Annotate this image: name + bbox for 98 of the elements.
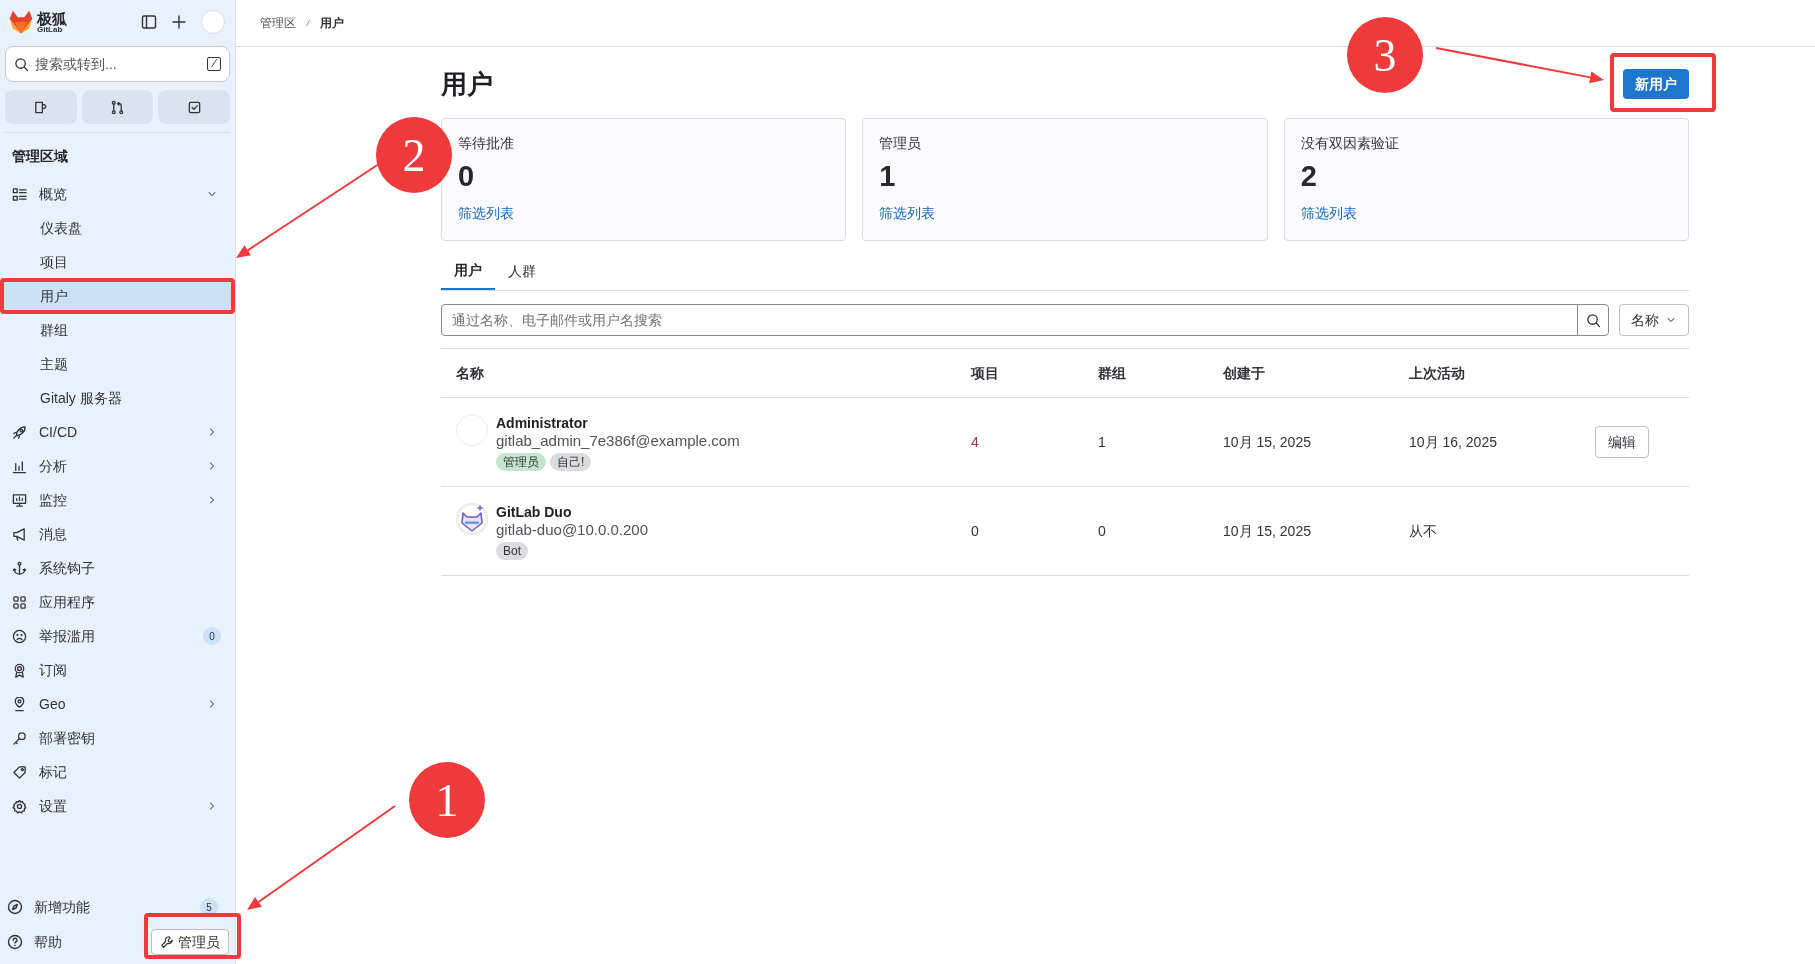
user-tag: 自己! (550, 452, 592, 471)
column-header: 上次活动 (1409, 363, 1466, 383)
sidebar-item[interactable]: 消息 (3, 517, 232, 551)
compass-icon (7, 899, 23, 915)
filter-link[interactable]: 筛选列表 (879, 203, 936, 224)
table-cell-text: 1 (1098, 432, 1107, 452)
search-icon (14, 56, 29, 72)
list-icon (12, 186, 27, 202)
column-header: 创建于 (1223, 363, 1266, 383)
table-cell-text: 10月 16, 2025 (1409, 432, 1498, 452)
section-heading: 管理区域 (11, 147, 69, 166)
page-title: 用户 (441, 67, 493, 101)
stat-value: 2 (1300, 159, 1318, 194)
stat-value: 0 (458, 159, 476, 194)
settings-icon (12, 798, 27, 814)
stat-label: 管理员 (879, 134, 923, 153)
sidebar-item[interactable]: 分析 (3, 449, 232, 483)
sidebar-item[interactable]: 设置 (3, 789, 232, 823)
sidebar-item[interactable]: Gitaly 服务器 (3, 381, 232, 415)
location-pin-icon (12, 696, 27, 712)
sad-face-icon (12, 628, 27, 644)
merge-requests-button[interactable] (81, 90, 154, 124)
bar-chart-icon (12, 458, 27, 474)
search-input[interactable]: 搜索或转到... (35, 53, 201, 75)
grid-icon (12, 594, 27, 610)
step-number: 2 (376, 117, 452, 193)
tag-icon (12, 764, 27, 780)
anchor-icon (12, 560, 27, 576)
step-number: 1 (409, 762, 485, 838)
sidebar-item[interactable]: 主题 (3, 347, 232, 381)
sidebar-item[interactable]: 订阅 (3, 653, 232, 687)
user-email: gitlab_admin_7e386f@example.com (496, 431, 740, 450)
tab[interactable]: 用户 (441, 253, 495, 290)
fox-logo-icon (8, 9, 34, 35)
issues-button[interactable] (5, 90, 77, 124)
plus-icon (171, 14, 187, 30)
stat-label: 没有双因素验证 (1300, 134, 1400, 153)
rocket-icon (12, 424, 27, 440)
ribbon-icon (12, 662, 27, 678)
sidebar-item[interactable]: 标记 (3, 755, 232, 789)
user-tag: Bot (496, 541, 528, 560)
sidebar-item[interactable]: 群组 (3, 313, 232, 347)
tab[interactable]: 人群 (495, 253, 549, 290)
table-cell-text: 4 (971, 432, 980, 452)
sidebar-item[interactable]: 举报滥用 0 (3, 619, 232, 653)
help-link[interactable]: 帮助 (0, 931, 69, 953)
wrench-icon (160, 935, 174, 949)
column-header: 项目 (971, 363, 1000, 383)
sidebar-item[interactable]: 仪表盘 (3, 211, 232, 245)
filter-link[interactable]: 筛选列表 (1300, 203, 1357, 224)
whats-new-link[interactable]: 新增功能 5 (0, 890, 235, 924)
sidebar-toggle-button[interactable] (141, 14, 157, 30)
todo-button[interactable] (158, 90, 230, 124)
sidebar-item[interactable]: 部署密钥 (3, 721, 232, 755)
user-tag: 管理员 (496, 452, 546, 471)
sidebar-item[interactable]: 应用程序 (3, 585, 232, 619)
stat-value: 1 (879, 159, 897, 194)
robot-avatar-icon (456, 502, 488, 535)
breadcrumb-separator-icon (304, 17, 312, 29)
sort-dropdown[interactable]: 名称 (1619, 304, 1689, 336)
help-icon (7, 934, 23, 950)
checkbox-icon (186, 99, 202, 115)
search-icon (1585, 312, 1601, 328)
table-cell-text: 0 (1098, 521, 1107, 541)
breadcrumb-link[interactable]: 管理区 (260, 14, 296, 32)
admin-button[interactable]: 管理员 (151, 929, 229, 955)
sidebar-item[interactable]: CI/CD (3, 415, 232, 449)
step-number: 3 (1347, 17, 1423, 93)
table-cell-text: 10月 15, 2025 (1223, 521, 1312, 541)
breadcrumb-link[interactable]: 用户 (320, 14, 344, 32)
count-badge: 0 (203, 627, 221, 645)
sidebar-item[interactable]: 概览 (3, 177, 232, 211)
panel-icon (141, 14, 157, 30)
new-user-button[interactable]: 新用户 (1623, 69, 1689, 99)
shortcut-key: / (207, 57, 221, 71)
key-icon (12, 730, 27, 746)
sidebar-item[interactable]: 监控 (3, 483, 232, 517)
mug-icon (33, 99, 49, 115)
user-name-link[interactable]: Administrator (496, 413, 740, 432)
table-cell-text: 10月 15, 2025 (1223, 432, 1312, 452)
sidebar-item[interactable]: 项目 (3, 245, 232, 279)
edit-button[interactable]: 编辑 (1595, 426, 1649, 458)
stat-label: 等待批准 (458, 134, 515, 153)
column-header: 群组 (1098, 363, 1127, 383)
megaphone-icon (12, 526, 27, 542)
create-new-button[interactable] (171, 14, 187, 30)
table-cell-text: 从不 (1409, 521, 1438, 541)
sidebar-item[interactable]: Geo (3, 687, 232, 721)
search-field[interactable]: 搜索或转到... / (5, 46, 230, 82)
filter-link[interactable]: 筛选列表 (458, 203, 514, 224)
merge-icon (110, 99, 125, 115)
column-header: 名称 (456, 363, 485, 383)
monitor-icon (12, 492, 27, 508)
user-email: gitlab-duo@10.0.0.200 (496, 520, 648, 539)
sidebar-item[interactable]: 系统钩子 (3, 551, 232, 585)
table-cell-text: 0 (971, 521, 980, 541)
user-name-link[interactable]: GitLab Duo (496, 502, 648, 521)
logo-text: 极狐 (37, 10, 67, 26)
